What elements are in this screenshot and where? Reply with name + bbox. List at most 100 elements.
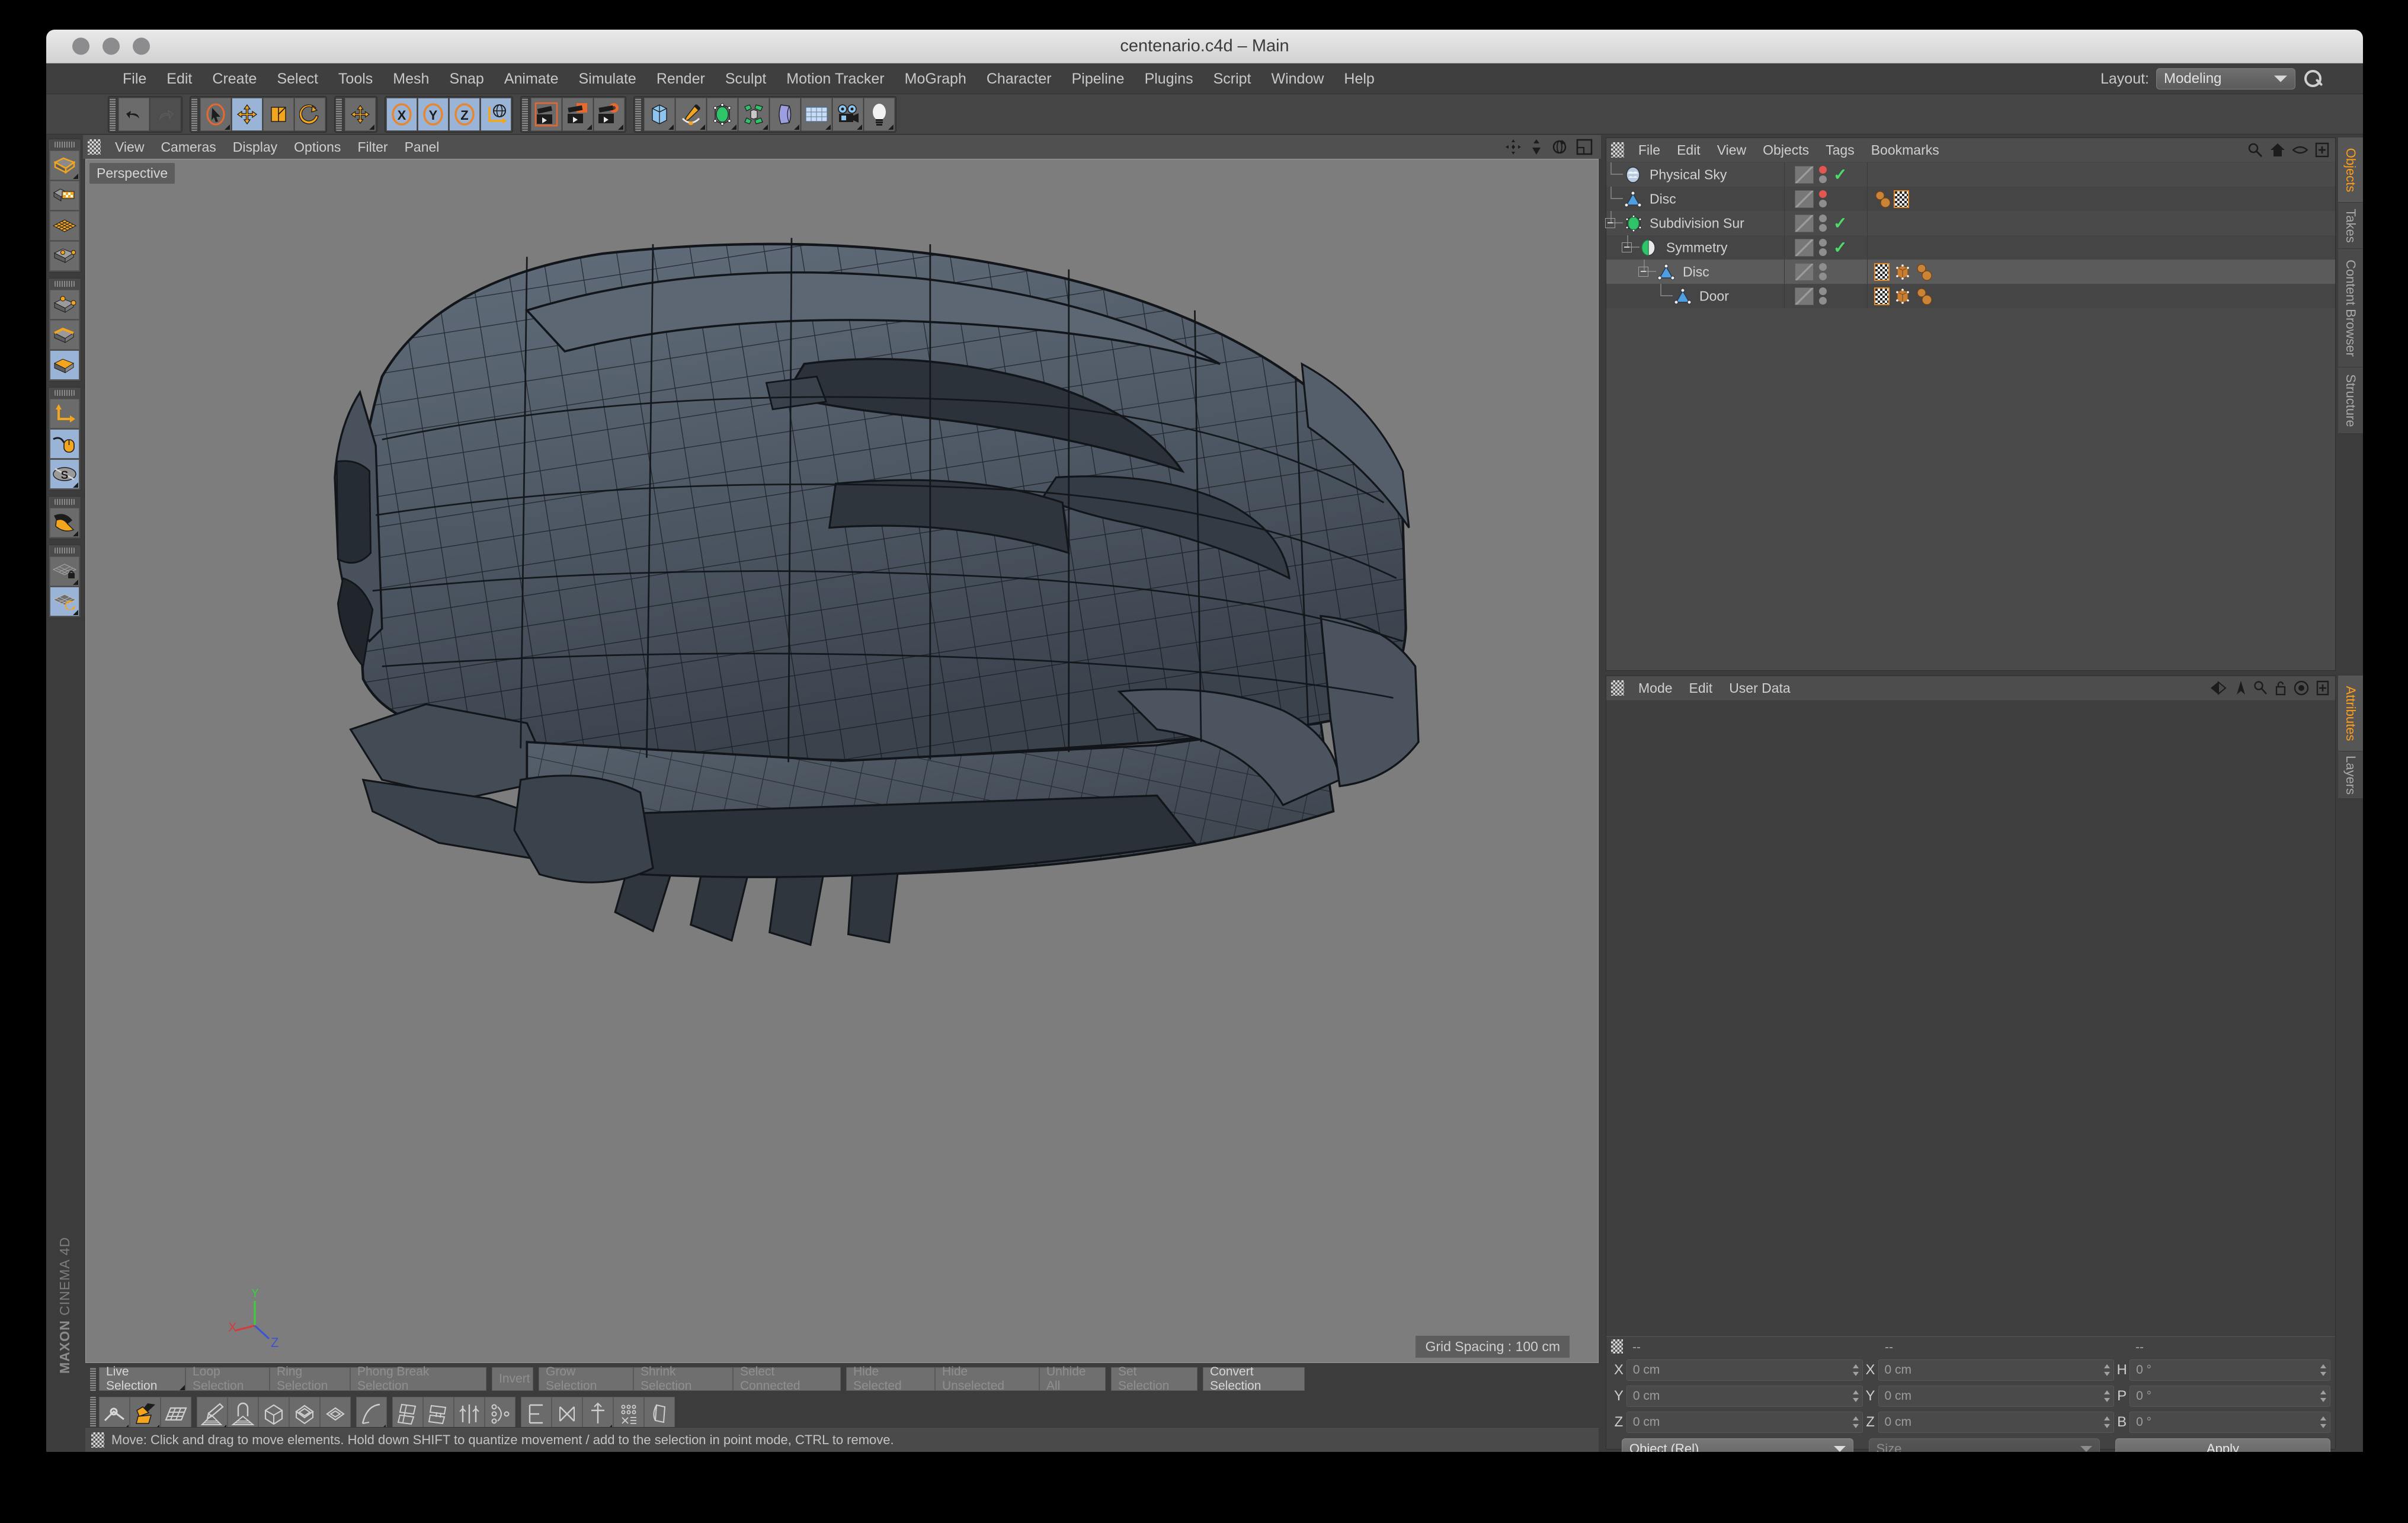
sun-expression-icon[interactable] [1916, 287, 1932, 305]
spinner-icon[interactable] [2103, 1390, 2111, 1403]
layer-swatch[interactable] [1795, 287, 1814, 305]
cut-icon[interactable] [552, 1397, 582, 1431]
selection-button-shrink-selection[interactable]: Shrink Selection [633, 1365, 733, 1393]
object-tree[interactable]: Physical Sky ✓ Disc Subdivision Sur ✓ Symmetr… [1605, 162, 2335, 670]
bridge-icon[interactable] [423, 1397, 454, 1431]
polygon-pen-icon[interactable] [392, 1397, 423, 1431]
side-tab-takes[interactable]: Takes [2338, 203, 2363, 249]
sun-expression-icon[interactable] [1874, 190, 1891, 208]
drag-grip[interactable] [55, 548, 75, 553]
menu-item-script[interactable]: Script [1203, 63, 1261, 94]
selection-button-set-selection[interactable]: Set Selection [1111, 1365, 1197, 1393]
snap-magnet-icon[interactable] [50, 508, 79, 537]
object-name[interactable]: Symmetry [1666, 239, 1728, 255]
subdivide-icon[interactable] [613, 1397, 644, 1431]
menu-item-mesh[interactable]: Mesh [383, 63, 439, 94]
brush-icon[interactable] [197, 1397, 228, 1431]
panel-grip-icon[interactable] [1611, 680, 1624, 696]
objman-menu-objects[interactable]: Objects [1754, 138, 1817, 162]
right-tabs-top[interactable]: Objects Takes Content Browser Structure [2338, 137, 2363, 434]
z-lock-icon[interactable]: Z [449, 97, 480, 131]
model-mode-icon[interactable] [50, 181, 79, 210]
menu-item-mograph[interactable]: MoGraph [895, 63, 976, 94]
objman-menu-bookmarks[interactable]: Bookmarks [1863, 138, 1948, 162]
editor-visibility-dot[interactable] [1819, 215, 1827, 222]
drag-grip[interactable] [90, 1397, 96, 1431]
objman-menu-edit[interactable]: Edit [1669, 138, 1709, 162]
extrude-icon[interactable] [258, 1397, 289, 1431]
grid-polygon-icon[interactable] [161, 1397, 191, 1431]
lock-workplane-icon[interactable] [50, 556, 79, 586]
checker-texture-icon[interactable] [1894, 190, 1909, 208]
menu-item-window[interactable]: Window [1261, 63, 1334, 94]
viewport-menus[interactable]: View Cameras Display Options Filter Panel [107, 135, 447, 159]
bend-deformer-icon[interactable] [770, 97, 800, 131]
viewport-nav-icons[interactable] [1505, 139, 1593, 155]
spinner-icon[interactable] [1852, 1364, 1859, 1377]
workplane-mode-icon[interactable] [50, 241, 79, 271]
editor-visibility-dot[interactable] [1819, 287, 1827, 295]
selection-button-hide-unselected[interactable]: Hide Unselected [935, 1365, 1039, 1393]
selection-button-unhide-all[interactable]: Unhide All [1039, 1365, 1106, 1393]
attrman-menu-edit[interactable]: Edit [1681, 676, 1721, 700]
layer-swatch[interactable] [1795, 190, 1814, 208]
move-icon[interactable] [232, 97, 262, 131]
search-icon[interactable] [2303, 69, 2323, 89]
selection-button-loop-selection[interactable]: Loop Selection [185, 1365, 270, 1393]
render-visibility-dot[interactable] [1819, 175, 1827, 183]
bevel-icon[interactable] [320, 1397, 351, 1431]
axis-center-icon[interactable] [582, 1397, 613, 1431]
phong-tag-icon[interactable] [1894, 287, 1911, 305]
menu-item-motion-tracker[interactable]: Motion Tracker [776, 63, 894, 94]
right-tabs-bottom[interactable]: Attributes Layers [2338, 676, 2363, 799]
apply-button[interactable]: Apply [2115, 1438, 2330, 1452]
layout-dropdown[interactable]: Modeling [2156, 68, 2295, 89]
object-name[interactable]: Subdivision Sur [1650, 215, 1744, 231]
side-tab-attributes[interactable]: Attributes [2338, 676, 2363, 751]
attrman-menu-user-data[interactable]: User Data [1721, 676, 1799, 700]
mirror-icon[interactable] [454, 1397, 485, 1431]
selection-button-select-connected[interactable]: Select Connected [733, 1365, 841, 1393]
viewport-menu-panel[interactable]: Panel [396, 135, 448, 159]
optimize-icon[interactable] [644, 1397, 675, 1431]
live-selection-icon[interactable] [200, 97, 231, 131]
spline-pen-icon[interactable] [675, 97, 706, 131]
planar-workplane-icon[interactable] [50, 587, 79, 616]
menu-item-select[interactable]: Select [267, 63, 328, 94]
spline-tool-icon[interactable] [356, 1397, 387, 1431]
objman-menu-file[interactable]: File [1630, 138, 1669, 162]
side-tab-objects[interactable]: Objects [2338, 137, 2363, 203]
light-icon[interactable] [864, 97, 895, 131]
menu-item-snap[interactable]: Snap [439, 63, 494, 94]
object-row[interactable]: Disc [1606, 260, 2335, 284]
panel-grip-icon[interactable] [1611, 142, 1624, 158]
render-view-icon[interactable] [531, 97, 562, 131]
render-visibility-dot[interactable] [1819, 248, 1827, 256]
rot-h-field[interactable]: 0 ° [2130, 1359, 2330, 1381]
render-picture-viewer-icon[interactable] [562, 97, 593, 131]
spinner-icon[interactable] [1852, 1416, 1859, 1429]
viewport-menu-filter[interactable]: Filter [349, 135, 396, 159]
x-lock-icon[interactable]: X [386, 97, 417, 131]
knife-icon[interactable] [130, 1397, 161, 1431]
texture-mode-icon[interactable] [50, 211, 79, 241]
layer-swatch[interactable] [1795, 238, 1814, 257]
object-name[interactable]: Disc [1683, 264, 1709, 280]
object-row[interactable]: Disc [1606, 187, 2335, 211]
undo-icon[interactable] [119, 97, 149, 131]
drag-grip[interactable] [55, 281, 75, 287]
points-mode-icon[interactable] [50, 290, 79, 319]
viewport-3d[interactable]: Perspective Grid Spacing: 100 cm X Y Z [85, 159, 1599, 1363]
render-visibility-dot[interactable] [1819, 297, 1827, 305]
floor-environment-icon[interactable] [801, 97, 832, 131]
editor-visibility-dot[interactable] [1819, 239, 1827, 247]
object-name[interactable]: Door [1699, 288, 1729, 304]
menu-item-pipeline[interactable]: Pipeline [1062, 63, 1135, 94]
menu-item-render[interactable]: Render [646, 63, 715, 94]
visibility-dots[interactable] [1819, 239, 1827, 256]
visibility-dots[interactable] [1819, 190, 1827, 207]
visibility-dots[interactable] [1819, 263, 1827, 280]
object-row[interactable]: Door [1606, 284, 2335, 308]
visibility-dots[interactable] [1819, 166, 1827, 183]
drag-grip[interactable] [110, 97, 116, 131]
